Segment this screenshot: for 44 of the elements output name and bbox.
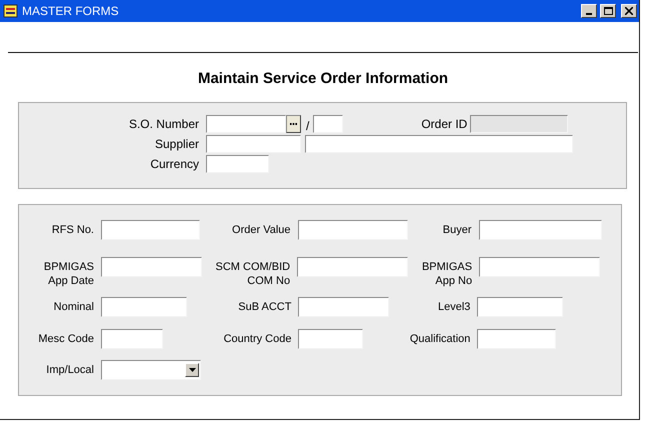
input-field[interactable] [101, 329, 163, 349]
field-label: RFS No. [50, 223, 94, 237]
input-field[interactable] [101, 297, 187, 317]
input-field[interactable] [298, 329, 364, 349]
input-field[interactable] [478, 220, 602, 240]
input-field[interactable] [477, 297, 564, 317]
input-field[interactable] [298, 297, 390, 317]
field-label: Country Code [222, 332, 292, 346]
field-label: Nominal [52, 300, 94, 314]
input-field[interactable] [101, 257, 202, 277]
input-field[interactable] [479, 257, 600, 277]
field-label: Supplier [154, 137, 199, 151]
field-label: BPMIGAS App No [420, 260, 472, 288]
close-icon [625, 7, 633, 15]
field-label: Order Value [231, 223, 291, 237]
field-label: SCM COM/BID COM No [214, 260, 290, 288]
maximize-button[interactable] [600, 4, 616, 18]
input-field[interactable] [101, 220, 200, 240]
field-label: S.O. Number [128, 117, 199, 131]
form-heading: Maintain Service Order Information [196, 70, 450, 87]
lookup-button[interactable] [286, 115, 301, 133]
field-label: Currency [149, 157, 199, 171]
input-field[interactable] [206, 155, 269, 173]
app-icon [3, 3, 19, 19]
input-field[interactable] [206, 115, 286, 133]
input-field[interactable] [305, 135, 573, 153]
field-label: Mesc Code [37, 332, 94, 346]
input-field[interactable] [297, 257, 408, 277]
field-label: SuB ACCT [237, 300, 292, 314]
separator: / [306, 119, 310, 133]
input-field[interactable] [313, 115, 344, 133]
minimize-button[interactable] [581, 4, 597, 18]
field-label: Buyer [442, 223, 472, 237]
field-label: Level3 [437, 300, 470, 314]
field-label: Imp/Local [45, 363, 94, 377]
field-label: Qualification [408, 332, 470, 346]
close-button[interactable] [621, 4, 637, 18]
input-field[interactable] [206, 135, 301, 153]
field-label: BPMIGAS App Date [42, 260, 94, 288]
window-title: MASTER FORMS [22, 4, 120, 18]
input-field[interactable] [298, 220, 408, 240]
maximize-icon [604, 7, 612, 15]
field-label: Order ID [420, 117, 468, 131]
input-field[interactable] [477, 329, 556, 349]
